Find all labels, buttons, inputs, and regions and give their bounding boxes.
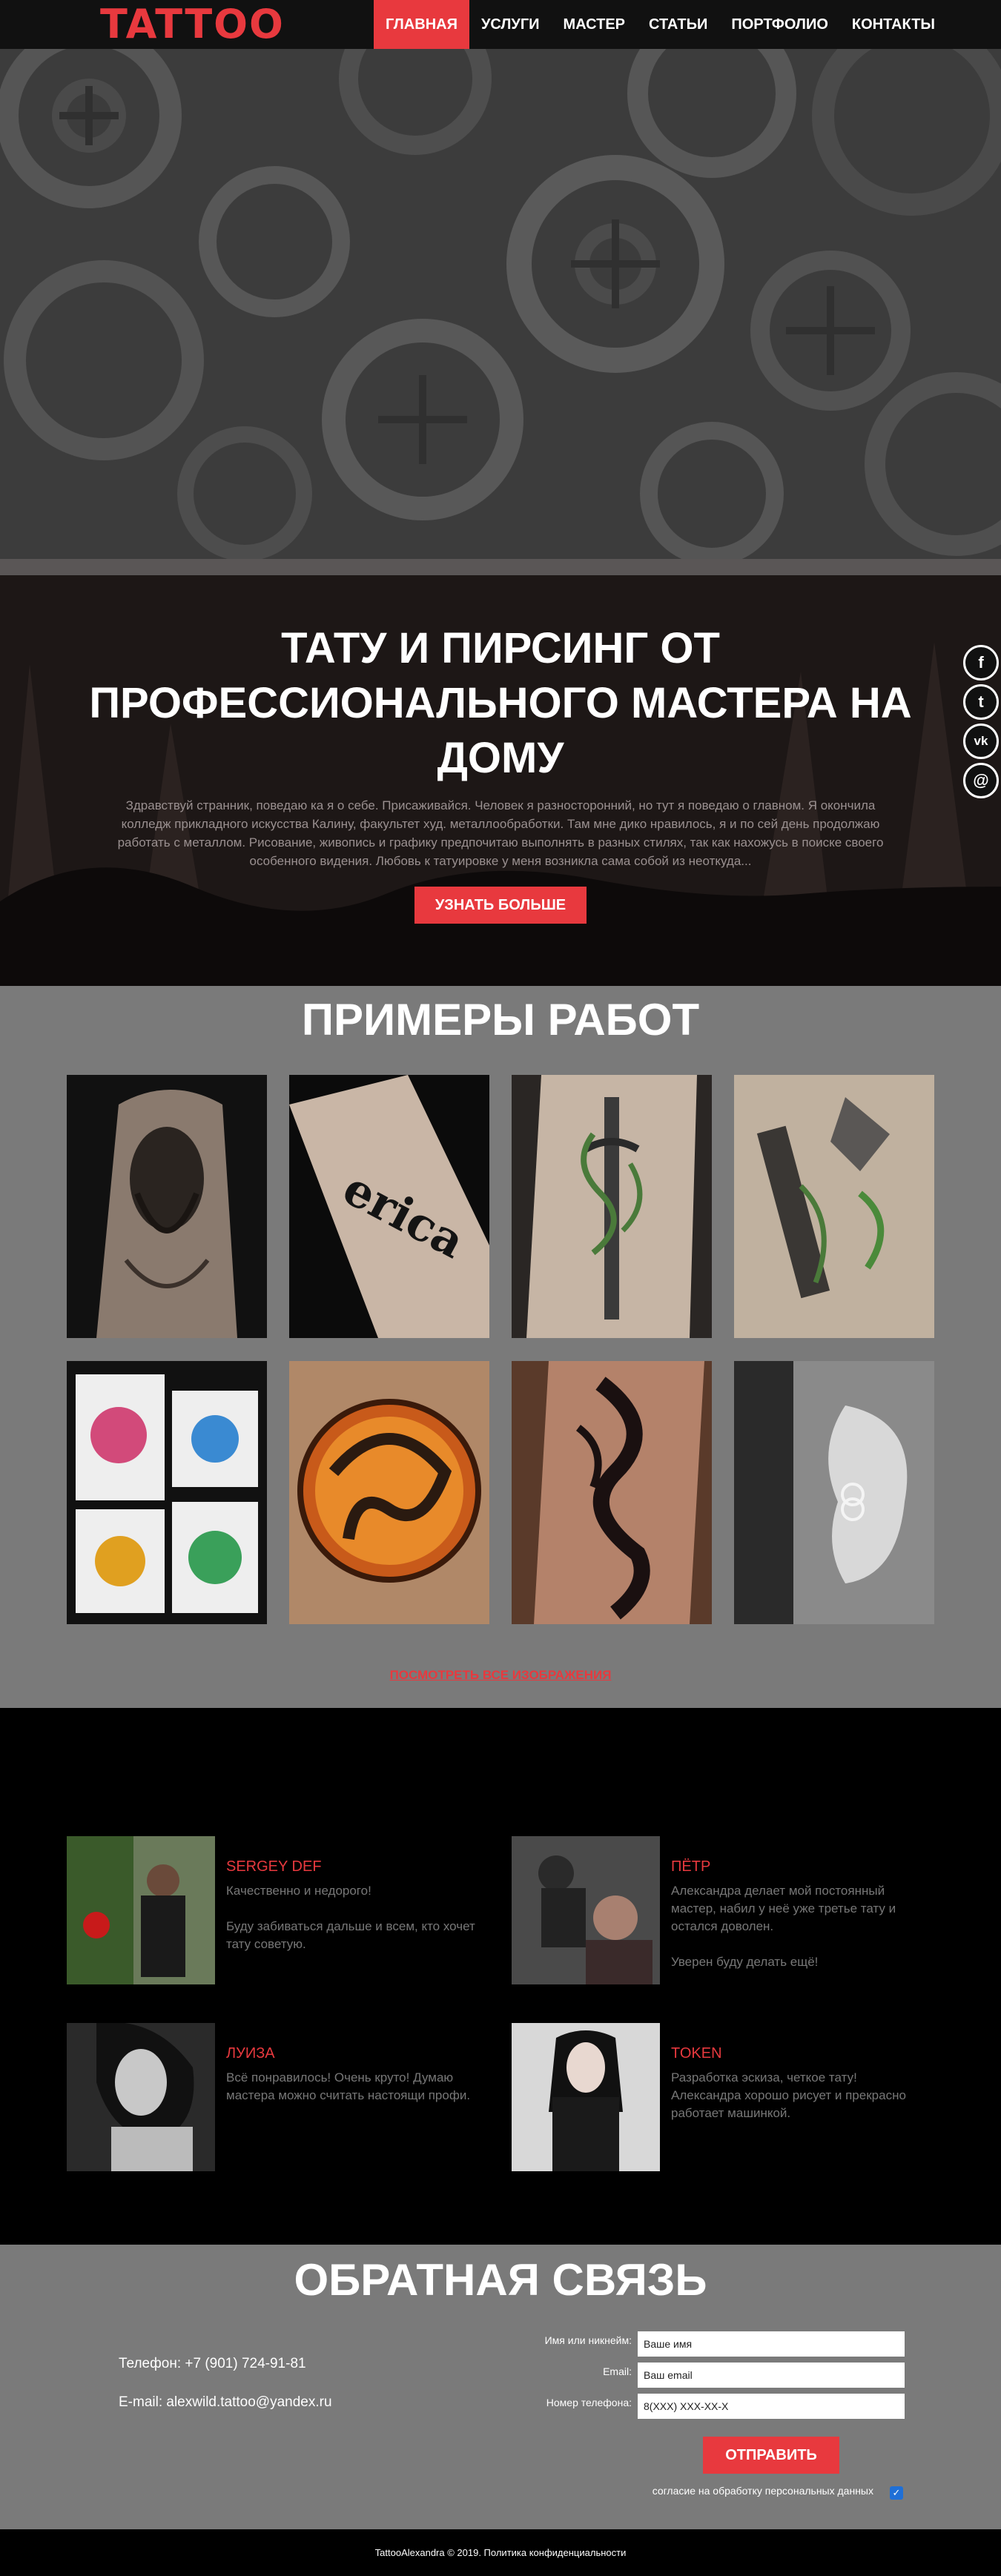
email-icon[interactable]: @ <box>963 763 999 798</box>
review-text: Качественно и недорого! Буду забиваться … <box>226 1884 475 1951</box>
submit-button[interactable]: ОТПРАВИТЬ <box>703 2437 839 2474</box>
nav-item-home[interactable]: ГЛАВНАЯ <box>373 0 469 49</box>
social-bar: f t vk @ <box>963 645 1001 802</box>
name-field-label: Имя или никнейм: <box>544 2334 632 2346</box>
tattoo-photo-2[interactable]: erica <box>289 1075 489 1338</box>
tattoo-photo-1-image <box>67 1075 267 1338</box>
reviewer-avatar <box>67 2023 215 2171</box>
works-title: ПРИМЕРЫ РАБОТ <box>301 995 700 1044</box>
contact-phone: Телефон: +7 (901) 724-91-81 <box>119 2356 306 2371</box>
learn-more-button[interactable]: УЗНАТЬ БОЛЬШЕ <box>414 887 587 924</box>
tattoo-photo-5[interactable] <box>67 1361 267 1624</box>
view-all-images-link[interactable]: ПОСМОТРЕТЬ ВСЕ ИЗОБРАЖЕНИЯ <box>0 1668 1001 1683</box>
tattoo-photo-4-image <box>734 1075 934 1338</box>
nav-item-contacts[interactable]: КОНТАКТЫ <box>840 0 947 49</box>
gears-illustration <box>0 49 1001 559</box>
review-text: Разработка эскиза, четкое тату! Александ… <box>671 2070 906 2120</box>
tattoo-photo-2-image: erica <box>289 1075 489 1338</box>
twitter-icon[interactable]: t <box>963 684 999 720</box>
review-card: TOKEN Разработка эскиза, четкое тату! Ал… <box>512 2023 927 2175</box>
tattoo-photo-8[interactable] <box>734 1361 934 1624</box>
review-card: ЛУИЗА Всё понравилось! Очень круто! Дума… <box>67 2023 482 2175</box>
vk-icon[interactable]: vk <box>963 724 999 759</box>
reviewer-name: SERGEY DEF <box>226 1858 322 1875</box>
nav-item-articles[interactable]: СТАТЬИ <box>637 0 719 49</box>
nav-item-services[interactable]: УСЛУГИ <box>469 0 552 49</box>
tattoo-photo-3-image <box>512 1075 712 1338</box>
consent-label: согласие на обработку персональных данны… <box>652 2485 873 2497</box>
tattoo-photo-3[interactable] <box>512 1075 712 1338</box>
hero-section: ТАТУ И ПИРСИНГ ОТ ПРОФЕССИОНАЛЬНОГО МАСТ… <box>0 575 1001 986</box>
contact-email: E-mail: alexwild.tattoo@yandex.ru <box>119 2394 332 2410</box>
review-card: SERGEY DEF Качественно и недорого! Буду … <box>67 1836 482 1988</box>
feedback-title: ОБРАТНАЯ СВЯЗЬ <box>294 2255 707 2305</box>
facebook-icon[interactable]: f <box>963 645 999 681</box>
hero-description: Здравствуй странник, поведаю ка я о себе… <box>117 798 884 868</box>
site-footer: TattooAlexandra © 2019. Политика конфиде… <box>0 2529 1001 2576</box>
reviews-section: SERGEY DEF Качественно и недорого! Буду … <box>0 1708 1001 2245</box>
tattoo-photo-7[interactable] <box>512 1361 712 1624</box>
feedback-section: ОБРАТНАЯ СВЯЗЬ Телефон: +7 (901) 724-91-… <box>0 2245 1001 2529</box>
tattoo-photo-8-image <box>734 1361 934 1624</box>
site-logo[interactable]: TATTOO <box>100 0 285 49</box>
reviewer-avatar <box>512 2023 660 2171</box>
gears-banner-image <box>0 49 1001 559</box>
phone-field-label: Номер телефона: <box>546 2397 632 2408</box>
tattoo-photo-5-image <box>67 1361 267 1624</box>
tattoo-photo-4[interactable] <box>734 1075 934 1338</box>
reviewer-name: ПЁТР <box>671 1858 711 1875</box>
email-input[interactable] <box>638 2363 905 2388</box>
tattoo-photo-6-image <box>289 1361 489 1624</box>
site-header: TATTOO ГЛАВНАЯ УСЛУГИ МАСТЕР СТАТЬИ ПОРТ… <box>0 0 1001 49</box>
tattoo-photo-7-image <box>512 1361 712 1624</box>
reviewer-name: ЛУИЗА <box>226 2045 275 2062</box>
nav-item-master[interactable]: МАСТЕР <box>552 0 637 49</box>
tattoo-photo-1[interactable] <box>67 1075 267 1338</box>
review-text: Александра делает мой постоянный мастер,… <box>671 1884 896 1969</box>
reviewer-avatar <box>512 1836 660 1984</box>
phone-input[interactable] <box>638 2394 905 2419</box>
reviewer-name: TOKEN <box>671 2045 722 2062</box>
nav-item-portfolio[interactable]: ПОРТФОЛИО <box>719 0 840 49</box>
reviewer-avatar <box>67 1836 215 1984</box>
divider-band <box>0 559 1001 575</box>
main-nav: ГЛАВНАЯ УСЛУГИ МАСТЕР СТАТЬИ ПОРТФОЛИО К… <box>373 0 947 49</box>
works-section: ПРИМЕРЫ РАБОТ erica ПОСМОТРЕТЬ ВСЕ ИЗОБР… <box>0 986 1001 1708</box>
review-text: Всё понравилось! Очень круто! Думаю маст… <box>226 2070 471 2102</box>
tattoo-photo-6[interactable] <box>289 1361 489 1624</box>
hero-title: ТАТУ И ПИРСИНГ ОТ ПРОФЕССИОНАЛЬНОГО МАСТ… <box>89 624 912 782</box>
name-input[interactable] <box>638 2331 905 2357</box>
consent-checkbox[interactable]: ✓ <box>890 2486 903 2500</box>
email-field-label: Email: <box>603 2365 632 2377</box>
review-card: ПЁТР Александра делает мой постоянный ма… <box>512 1836 927 1988</box>
